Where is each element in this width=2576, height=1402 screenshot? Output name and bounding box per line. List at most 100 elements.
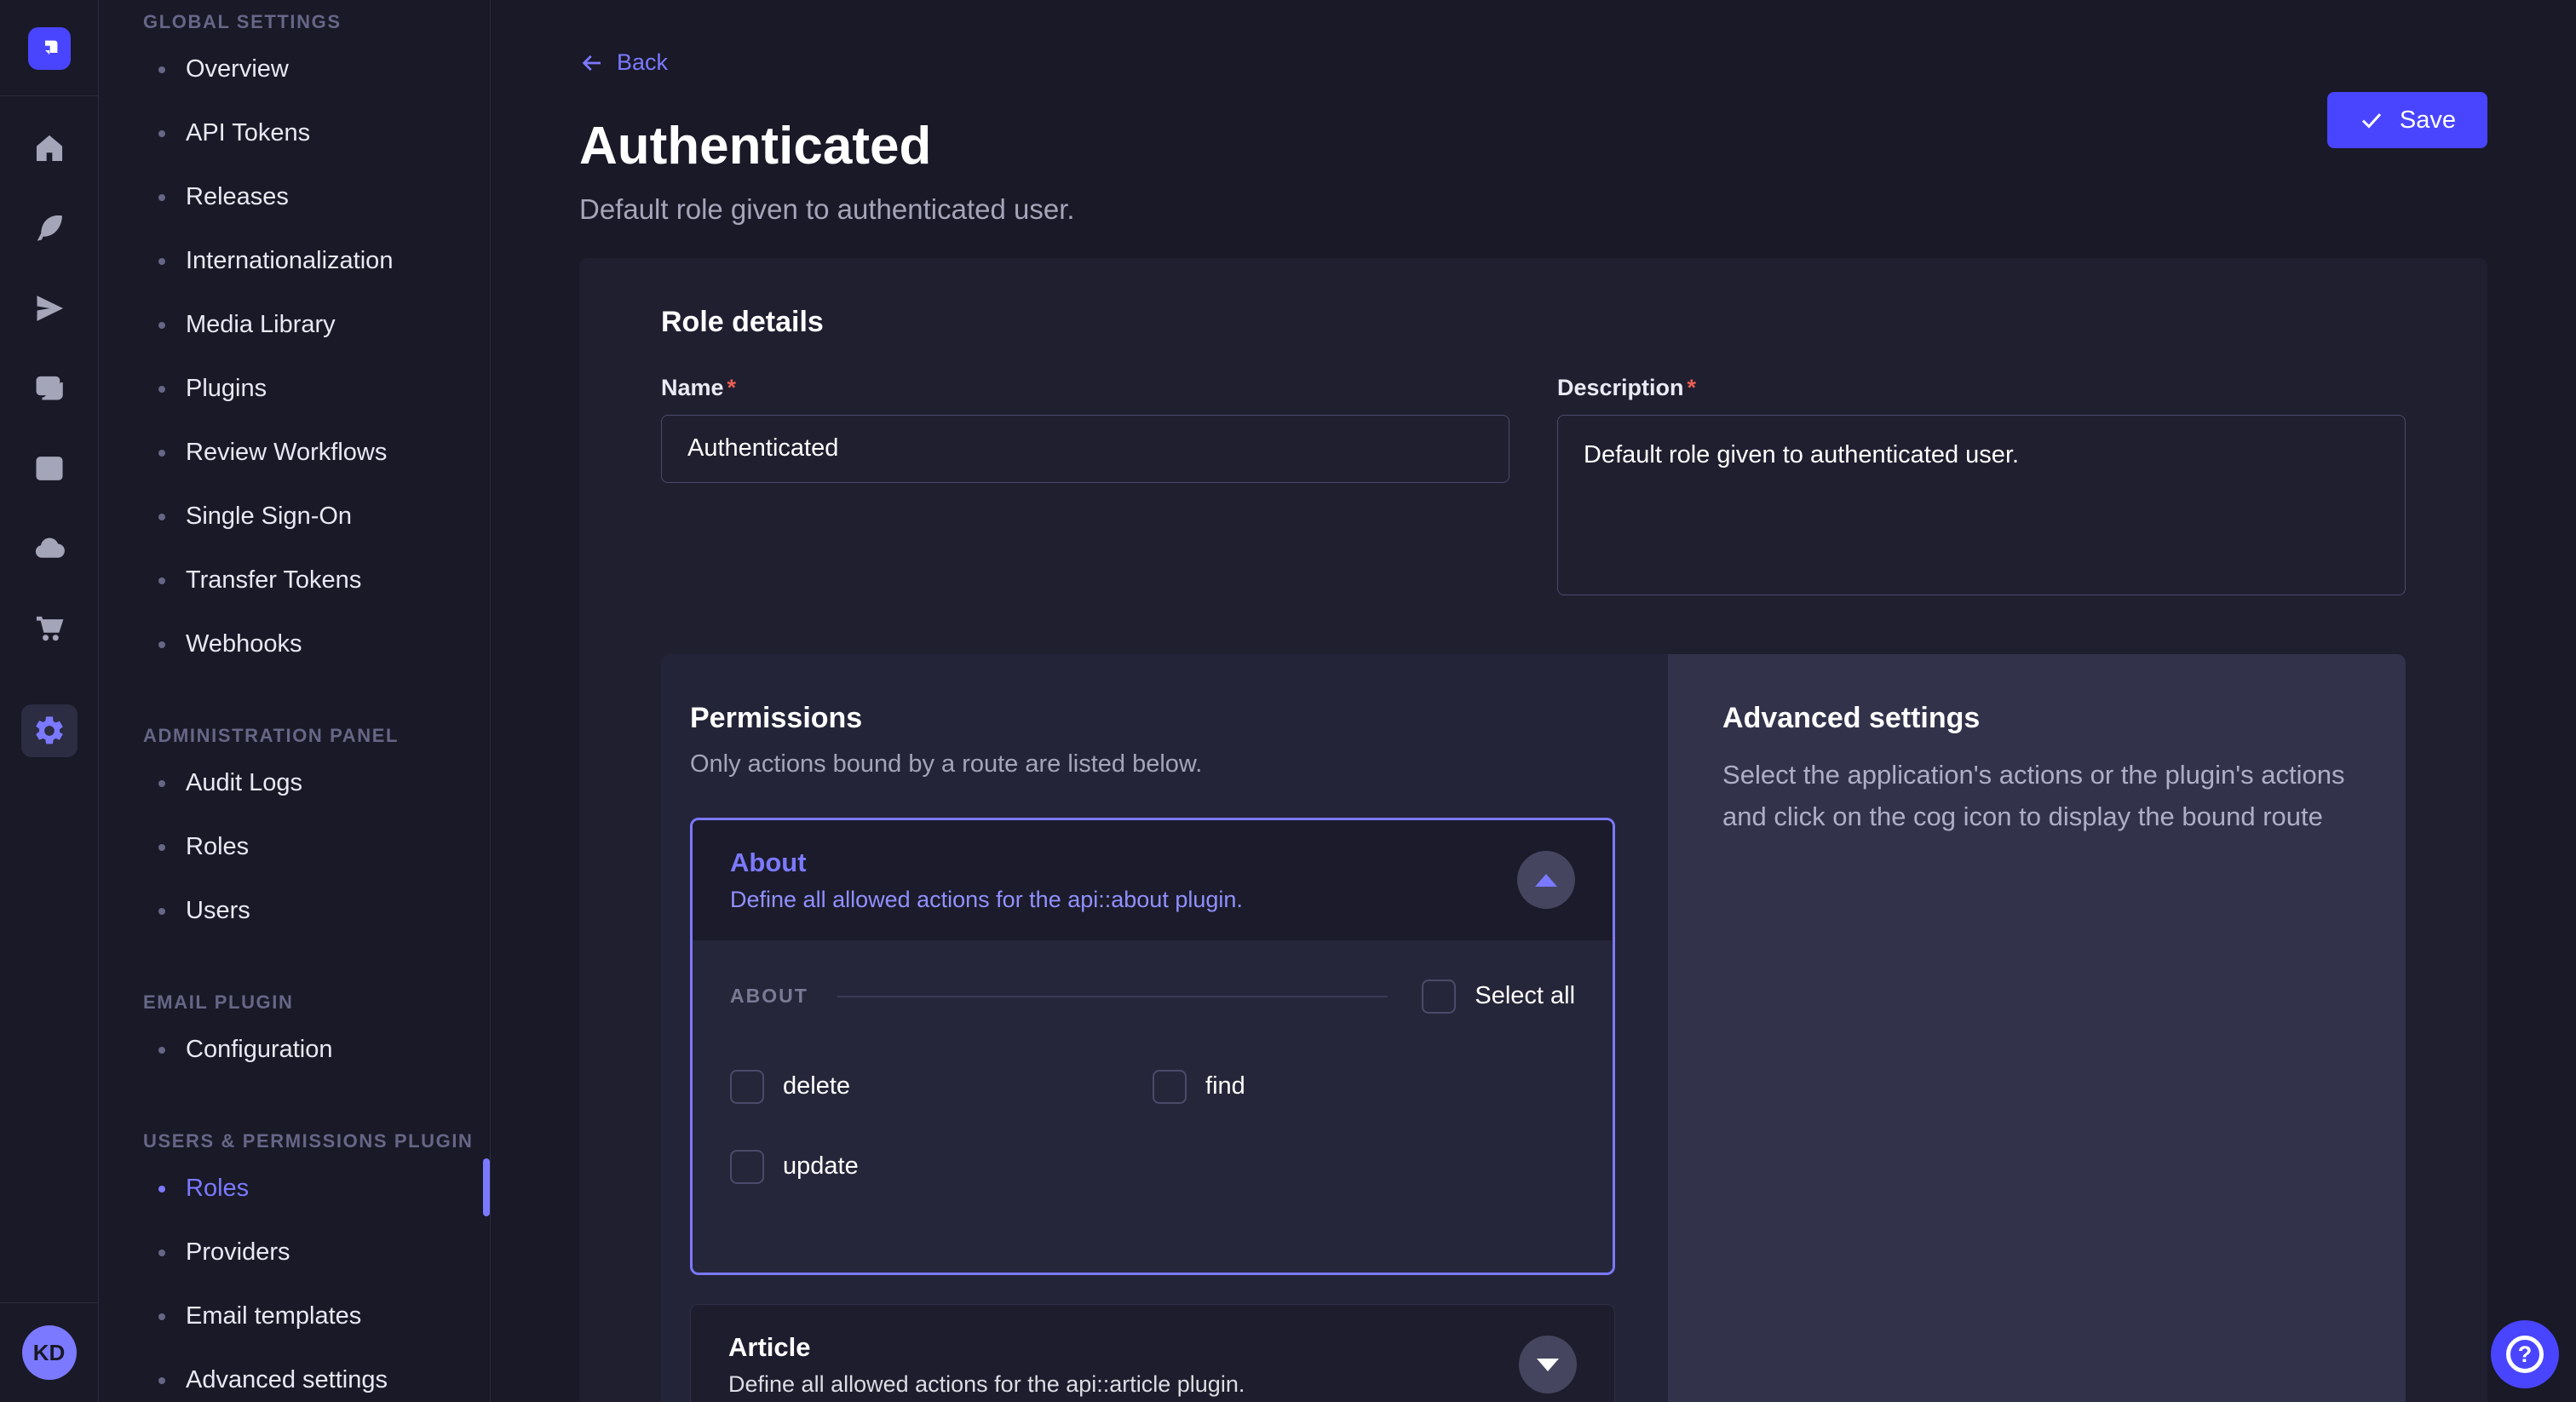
strapi-logo[interactable] xyxy=(28,27,71,70)
sidebar-item-up-roles[interactable]: Roles xyxy=(99,1157,490,1221)
home-icon[interactable] xyxy=(33,132,66,164)
sidebar-item-label: Providers xyxy=(186,1238,290,1267)
divider-line xyxy=(837,996,1389,997)
cart-icon[interactable] xyxy=(33,612,66,645)
action-label: delete xyxy=(783,1072,850,1100)
bullet-icon xyxy=(158,1250,165,1256)
accordion-article-title: Article xyxy=(728,1332,1245,1363)
role-details-title: Role details xyxy=(661,306,2406,339)
name-label-text: Name xyxy=(661,375,724,400)
checkbox-icon xyxy=(730,1150,764,1184)
description-label-text: Description xyxy=(1557,375,1684,400)
sidebar-item-up-providers[interactable]: Providers xyxy=(99,1221,490,1284)
app-window: KD GLOBAL SETTINGS Overview API Tokens R… xyxy=(0,0,2576,1402)
action-label: find xyxy=(1205,1072,1245,1100)
bullet-icon xyxy=(158,1377,165,1384)
bullet-icon xyxy=(158,386,165,393)
rail-footer: KD xyxy=(0,1302,98,1402)
page-header: Back Authenticated Default role given to… xyxy=(579,0,2487,226)
accordion-about-description: Define all allowed actions for the api::… xyxy=(730,887,1243,913)
strapi-logo-icon xyxy=(37,36,62,61)
feather-icon[interactable] xyxy=(33,212,66,244)
sidebar-item-label: Internationalization xyxy=(186,247,393,275)
sidebar-item-api-tokens[interactable]: API Tokens xyxy=(99,101,490,165)
cloud-icon[interactable] xyxy=(33,532,66,565)
sidebar-section-administration-panel: ADMINISTRATION PANEL Audit Logs Roles Us… xyxy=(99,721,490,943)
sidebar-item-internationalization[interactable]: Internationalization xyxy=(99,229,490,293)
settings-sidebar: GLOBAL SETTINGS Overview API Tokens Rele… xyxy=(99,0,491,1402)
sidebar-item-label: Advanced settings xyxy=(186,1366,388,1394)
bullet-icon xyxy=(158,908,165,915)
bullet-icon xyxy=(158,322,165,329)
help-button[interactable]: ? xyxy=(2491,1320,2559,1388)
name-label: Name* xyxy=(661,375,1509,401)
permissions-subtitle: Only actions bound by a route are listed… xyxy=(690,750,1615,779)
action-checkbox-update[interactable]: update xyxy=(730,1150,1153,1184)
sidebar-section-email-plugin: EMAIL PLUGIN Configuration xyxy=(99,987,490,1082)
sidebar-item-single-sign-on[interactable]: Single Sign-On xyxy=(99,485,490,549)
sidebar-item-label: Configuration xyxy=(186,1036,333,1064)
bullet-icon xyxy=(158,780,165,787)
sidebar-item-admin-roles[interactable]: Roles xyxy=(99,815,490,879)
action-checkbox-find[interactable]: find xyxy=(1153,1070,1575,1104)
accordion-article-text: Article Define all allowed actions for t… xyxy=(728,1332,1245,1398)
sidebar-item-up-email-templates[interactable]: Email templates xyxy=(99,1284,490,1348)
name-field-group: Name* xyxy=(661,375,1509,600)
sidebar-item-label: Review Workflows xyxy=(186,439,387,467)
avatar[interactable]: KD xyxy=(22,1325,77,1380)
accordion-article-header[interactable]: Article Define all allowed actions for t… xyxy=(691,1305,1614,1402)
sidebar-item-plugins[interactable]: Plugins xyxy=(99,357,490,421)
description-label: Description* xyxy=(1557,375,2406,401)
select-all-checkbox[interactable]: Select all xyxy=(1422,980,1575,1014)
sidebar-item-media-library[interactable]: Media Library xyxy=(99,293,490,357)
sidebar-item-label: Roles xyxy=(186,1175,249,1203)
sidebar-item-label: Transfer Tokens xyxy=(186,566,361,595)
sidebar-item-label: Single Sign-On xyxy=(186,503,352,531)
description-textarea[interactable]: Default role given to authenticated user… xyxy=(1557,415,2406,595)
nav-rail: KD xyxy=(0,0,99,1402)
role-details-fields: Name* Description* Default role given to… xyxy=(661,375,2406,600)
action-checkbox-delete[interactable]: delete xyxy=(730,1070,1153,1104)
sidebar-item-webhooks[interactable]: Webhooks xyxy=(99,612,490,676)
collapse-button[interactable] xyxy=(1517,851,1575,909)
sidebar-item-label: API Tokens xyxy=(186,119,310,147)
bullet-icon xyxy=(158,641,165,648)
images-icon[interactable] xyxy=(33,372,66,405)
sidebar-item-label: Users xyxy=(186,897,250,925)
permissions-panel: Permissions Only actions bound by a rout… xyxy=(661,654,1668,1402)
checkbox-icon xyxy=(1153,1070,1187,1104)
sidebar-section-title: EMAIL PLUGIN xyxy=(99,987,490,1018)
back-link[interactable]: Back xyxy=(579,49,668,76)
checkbox-icon xyxy=(730,1070,764,1104)
name-input[interactable] xyxy=(661,415,1509,483)
save-button[interactable]: Save xyxy=(2327,92,2487,148)
permissions-section: Permissions Only actions bound by a rout… xyxy=(661,654,2406,1402)
bullet-icon xyxy=(158,450,165,457)
sidebar-item-admin-users[interactable]: Users xyxy=(99,879,490,943)
sidebar-item-label: Audit Logs xyxy=(186,769,302,797)
active-item-indicator xyxy=(483,1158,490,1216)
sidebar-item-label: Plugins xyxy=(186,375,267,403)
sidebar-item-releases[interactable]: Releases xyxy=(99,165,490,229)
sidebar-item-audit-logs[interactable]: Audit Logs xyxy=(99,751,490,815)
about-group-label: ABOUT xyxy=(730,985,808,1008)
accordion-about-header[interactable]: About Define all allowed actions for the… xyxy=(693,820,1613,940)
sidebar-item-up-advanced-settings[interactable]: Advanced settings xyxy=(99,1348,490,1402)
bullet-icon xyxy=(158,514,165,520)
sidebar-item-review-workflows[interactable]: Review Workflows xyxy=(99,421,490,485)
gear-icon[interactable] xyxy=(21,704,78,757)
expand-button[interactable] xyxy=(1519,1336,1577,1393)
layout-icon[interactable] xyxy=(33,452,66,485)
page-subtitle: Default role given to authenticated user… xyxy=(579,193,2487,226)
actions-grid: delete find update xyxy=(730,1070,1575,1184)
bullet-icon xyxy=(158,1186,165,1192)
paper-plane-icon[interactable] xyxy=(33,292,66,325)
sidebar-item-transfer-tokens[interactable]: Transfer Tokens xyxy=(99,549,490,612)
main-content: Back Authenticated Default role given to… xyxy=(491,0,2576,1402)
role-card: Role details Name* Description* Default … xyxy=(579,258,2487,1402)
bullet-icon xyxy=(158,1047,165,1054)
rail-nav xyxy=(0,96,98,757)
chevron-down-icon xyxy=(1537,1359,1559,1371)
sidebar-item-overview[interactable]: Overview xyxy=(99,37,490,101)
sidebar-item-email-configuration[interactable]: Configuration xyxy=(99,1018,490,1082)
